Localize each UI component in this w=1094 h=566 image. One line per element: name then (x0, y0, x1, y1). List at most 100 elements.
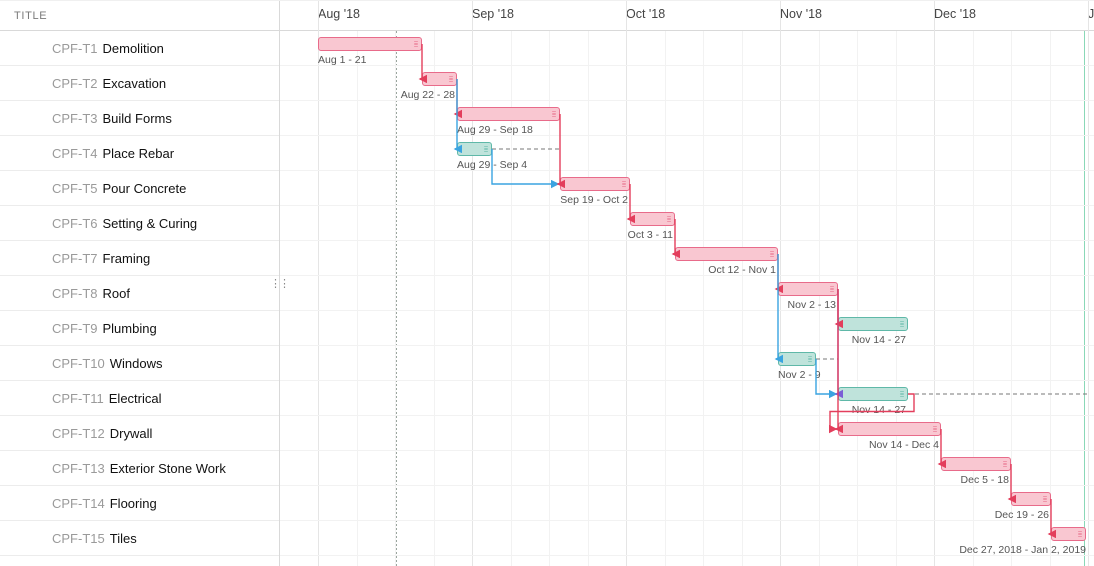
bar-date-label: Oct 12 - Nov 1 (708, 264, 776, 276)
task-code: CPF-T15 (52, 531, 105, 546)
gantt-bar[interactable] (778, 352, 816, 366)
task-name: Excavation (103, 76, 167, 91)
bar-date-label: Dec 19 - 26 (995, 509, 1049, 521)
gantt-bar[interactable] (1011, 492, 1051, 506)
task-name: Setting & Curing (103, 216, 198, 231)
task-row[interactable]: CPF-T4 Place Rebar (0, 136, 279, 171)
task-row[interactable]: CPF-T13 Exterior Stone Work (0, 451, 279, 486)
bar-resize-grip-icon[interactable] (414, 40, 418, 48)
task-code: CPF-T2 (52, 76, 98, 91)
gantt-bar[interactable] (838, 387, 908, 401)
bar-resize-grip-icon[interactable] (900, 390, 904, 398)
month-label[interactable]: Nov '18 (780, 7, 822, 21)
task-name: Windows (110, 356, 163, 371)
bar-resize-grip-icon[interactable] (808, 355, 812, 363)
task-name: Pour Concrete (103, 181, 187, 196)
bar-resize-grip-icon[interactable] (552, 110, 556, 118)
task-name: Build Forms (103, 111, 172, 126)
timeline-header[interactable]: Aug '18Sep '18Oct '18Nov '18Dec '18Ja (280, 1, 1094, 31)
task-code: CPF-T3 (52, 111, 98, 126)
task-list: CPF-T1 Demolition CPF-T2 Excavation CPF-T3 Bu… (0, 31, 279, 566)
bar-date-label: Oct 3 - 11 (628, 229, 673, 241)
task-code: CPF-T12 (52, 426, 105, 441)
task-code: CPF-T14 (52, 496, 105, 511)
bar-date-label: Nov 2 - 13 (788, 299, 836, 311)
task-name: Plumbing (103, 321, 157, 336)
task-row[interactable]: CPF-T15 Tiles (0, 521, 279, 556)
bar-date-label: Aug 29 - Sep 18 (457, 124, 533, 136)
task-code: CPF-T9 (52, 321, 98, 336)
task-name: Exterior Stone Work (110, 461, 226, 476)
gantt-chart[interactable]: Aug '18Sep '18Oct '18Nov '18Dec '18Ja Au… (280, 1, 1094, 566)
task-row[interactable]: CPF-T12 Drywall (0, 416, 279, 451)
task-row[interactable]: CPF-T9 Plumbing (0, 311, 279, 346)
gantt-app: TITLE CPF-T1DemolitionCPF-T2ExcavationCP… (0, 0, 1094, 566)
task-code: CPF-T8 (52, 286, 98, 301)
bar-resize-grip-icon[interactable] (449, 75, 453, 83)
month-label[interactable]: Dec '18 (934, 7, 976, 21)
bar-resize-grip-icon[interactable] (770, 250, 774, 258)
bar-resize-grip-icon[interactable] (667, 215, 671, 223)
task-row[interactable]: CPF-T6Setting & Curing (0, 206, 279, 241)
task-row[interactable]: CPF-T5 Pour Concrete (0, 171, 279, 206)
gantt-bar[interactable] (778, 282, 838, 296)
bar-date-label: Nov 14 - 27 (852, 404, 906, 416)
task-name: Place Rebar (103, 146, 175, 161)
task-row[interactable]: CPF-T3 Build Forms (0, 101, 279, 136)
bar-date-label: Sep 19 - Oct 2 (560, 194, 628, 206)
gantt-chart-body[interactable]: Aug 1 - 21 Aug 22 - 28 Aug 29 - Sep 18 Aug … (280, 31, 1094, 566)
task-name: Roof (103, 286, 130, 301)
bar-date-label: Aug 22 - 28 (401, 89, 455, 101)
task-name: Framing (103, 251, 151, 266)
task-code: CPF-T13 (52, 461, 105, 476)
bar-date-label: Dec 27, 2018 - Jan 2, 2019 (959, 544, 1086, 556)
month-label[interactable]: Aug '18 (318, 7, 360, 21)
bar-date-label: Nov 2 - 9 (778, 369, 821, 381)
task-row[interactable]: CPF-T10 Windows (0, 346, 279, 381)
task-sidebar: TITLE CPF-T1DemolitionCPF-T2ExcavationCP… (0, 1, 280, 566)
gantt-bar[interactable] (838, 317, 908, 331)
gantt-bar[interactable] (457, 107, 560, 121)
bar-resize-grip-icon[interactable] (933, 425, 937, 433)
bar-date-label: Aug 1 - 21 (318, 54, 366, 66)
month-label[interactable]: Oct '18 (626, 7, 665, 21)
bar-date-label: Aug 29 - Sep 4 (457, 159, 527, 171)
gantt-bar[interactable] (318, 37, 422, 51)
task-row[interactable]: CPF-T2 Excavation (0, 66, 279, 101)
month-label[interactable]: Sep '18 (472, 7, 514, 21)
task-code: CPF-T5 (52, 181, 98, 196)
task-row[interactable]: CPF-T8 Roof (0, 276, 279, 311)
gantt-bar[interactable] (1051, 527, 1086, 541)
task-row[interactable]: CPF-T1 Demolition (0, 31, 279, 66)
bar-resize-grip-icon[interactable] (900, 320, 904, 328)
bar-resize-grip-icon[interactable] (830, 285, 834, 293)
task-row[interactable]: CPF-T7Framing (0, 241, 279, 276)
gantt-bar[interactable] (675, 247, 778, 261)
column-header-title[interactable]: TITLE (0, 1, 279, 31)
gantt-bar[interactable] (560, 177, 630, 191)
gantt-bar[interactable] (838, 422, 941, 436)
task-row[interactable]: CPF-T11 Electrical (0, 381, 279, 416)
bar-date-label: Nov 14 - Dec 4 (869, 439, 939, 451)
bar-resize-grip-icon[interactable] (1003, 460, 1007, 468)
bar-resize-grip-icon[interactable] (1078, 530, 1082, 538)
task-name: Demolition (103, 41, 164, 56)
task-row[interactable]: CPF-T14 Flooring (0, 486, 279, 521)
gantt-bar[interactable] (457, 142, 492, 156)
bar-resize-grip-icon[interactable] (484, 145, 488, 153)
task-name: Drywall (110, 426, 153, 441)
gantt-bar[interactable] (630, 212, 675, 226)
task-name: Flooring (110, 496, 157, 511)
bar-date-label: Nov 14 - 27 (852, 334, 906, 346)
gantt-bar[interactable] (422, 72, 457, 86)
bar-date-label: Dec 5 - 18 (961, 474, 1009, 486)
task-name: Tiles (110, 531, 137, 546)
task-code: CPF-T10 (52, 356, 105, 371)
task-code: CPF-T11 (52, 391, 104, 406)
task-code: CPF-T4 (52, 146, 98, 161)
gantt-bar[interactable] (941, 457, 1011, 471)
task-code: CPF-T1 (52, 41, 98, 56)
task-name: Electrical (109, 391, 162, 406)
bar-resize-grip-icon[interactable] (1043, 495, 1047, 503)
bar-resize-grip-icon[interactable] (622, 180, 626, 188)
